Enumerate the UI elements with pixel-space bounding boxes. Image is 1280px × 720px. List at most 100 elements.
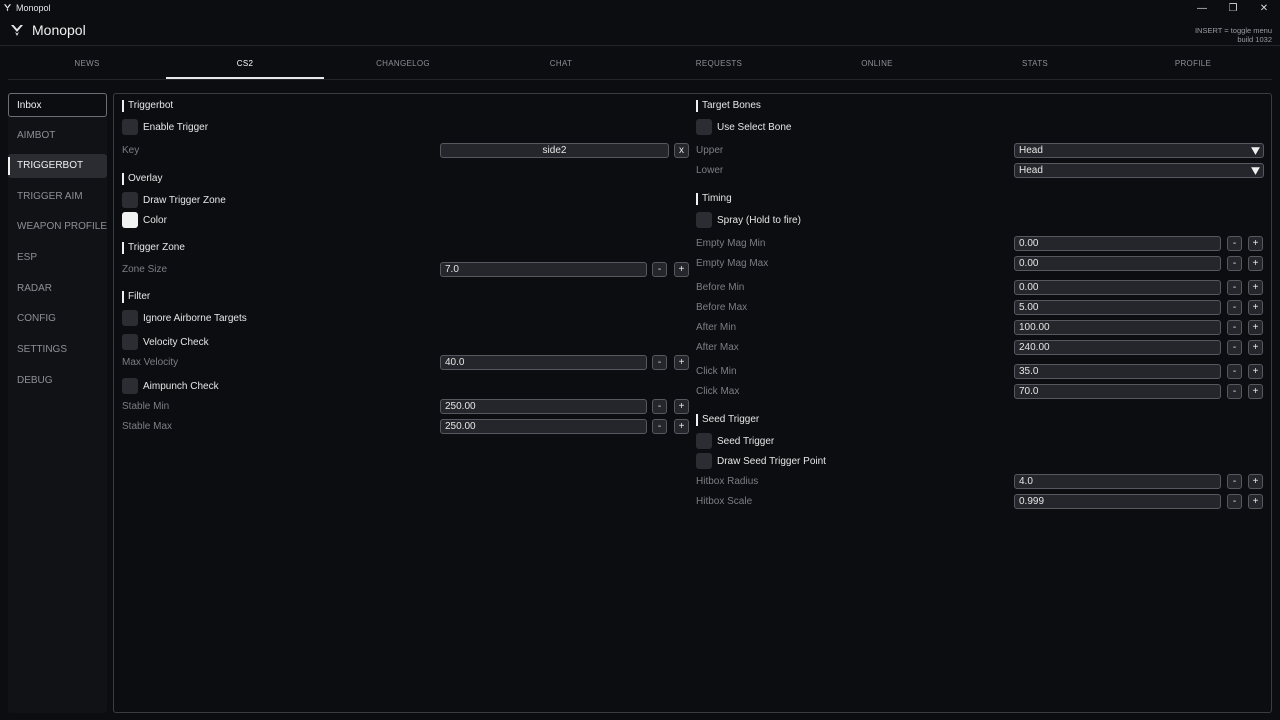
hitbox-scale-plus-button[interactable]: + bbox=[1248, 494, 1263, 509]
before-min-plus-button[interactable]: + bbox=[1248, 280, 1263, 295]
lower-bone-select[interactable]: Head bbox=[1014, 163, 1264, 178]
lower-bone-value: Head bbox=[1019, 165, 1043, 176]
hitbox-scale-input[interactable]: 0.999 bbox=[1014, 494, 1221, 509]
close-button[interactable]: ✕ bbox=[1249, 0, 1279, 16]
tab-chat[interactable]: CHAT bbox=[482, 47, 640, 79]
upper-bone-select[interactable]: Head bbox=[1014, 143, 1264, 158]
section-seed-trigger: Seed Trigger bbox=[696, 414, 759, 426]
use-select-bone-checkbox[interactable] bbox=[696, 119, 712, 135]
draw-trigger-zone-checkbox[interactable] bbox=[122, 192, 138, 208]
click-min-minus-button[interactable]: - bbox=[1227, 364, 1242, 379]
tab-changelog[interactable]: CHANGELOG bbox=[324, 47, 482, 79]
click-max-minus-button[interactable]: - bbox=[1227, 384, 1242, 399]
empty-mag-max-minus-button[interactable]: - bbox=[1227, 256, 1242, 271]
draw-trigger-zone-label: Draw Trigger Zone bbox=[143, 194, 226, 206]
spray-checkbox[interactable] bbox=[696, 212, 712, 228]
stable-min-plus-button[interactable]: + bbox=[674, 399, 689, 414]
empty-mag-min-minus-button[interactable]: - bbox=[1227, 236, 1242, 251]
seed-trigger-checkbox[interactable] bbox=[696, 433, 712, 449]
draw-seed-trigger-point-checkbox[interactable] bbox=[696, 453, 712, 469]
stable-min-minus-button[interactable]: - bbox=[652, 399, 667, 414]
hitbox-radius-plus-button[interactable]: + bbox=[1248, 474, 1263, 489]
settings-panel: Triggerbot Enable Trigger Key side2 x Ov… bbox=[113, 93, 1272, 713]
color-row[interactable]: Color bbox=[122, 212, 167, 228]
key-clear-button[interactable]: x bbox=[674, 143, 689, 158]
max-velocity-input[interactable]: 40.0 bbox=[440, 355, 647, 370]
before-max-minus-button[interactable]: - bbox=[1227, 300, 1242, 315]
zone-size-minus-button[interactable]: - bbox=[652, 262, 667, 277]
tab-requests[interactable]: REQUESTS bbox=[640, 47, 798, 79]
key-bind-button[interactable]: side2 bbox=[440, 143, 669, 158]
click-max-input[interactable]: 70.0 bbox=[1014, 384, 1221, 399]
maximize-icon: ❐ bbox=[1228, 2, 1238, 14]
after-max-minus-button[interactable]: - bbox=[1227, 340, 1242, 355]
sidebar-item-esp[interactable]: ESP bbox=[8, 246, 107, 270]
color-swatch[interactable] bbox=[122, 212, 138, 228]
before-min-input[interactable]: 0.00 bbox=[1014, 280, 1221, 295]
tab-news[interactable]: NEWS bbox=[8, 47, 166, 79]
sidebar-item-config[interactable]: CONFIG bbox=[8, 307, 107, 331]
enable-trigger-checkbox[interactable] bbox=[122, 119, 138, 135]
tab-online[interactable]: ONLINE bbox=[798, 47, 956, 79]
dropdown-arrow-icon bbox=[1251, 167, 1260, 175]
tab-cs2[interactable]: CS2 bbox=[166, 47, 324, 79]
use-select-bone-row[interactable]: Use Select Bone bbox=[696, 119, 792, 135]
max-velocity-minus-button[interactable]: - bbox=[652, 355, 667, 370]
after-min-input[interactable]: 100.00 bbox=[1014, 320, 1221, 335]
sidebar-item-radar[interactable]: RADAR bbox=[8, 277, 107, 301]
empty-mag-min-label: Empty Mag Min bbox=[696, 238, 766, 249]
spray-row[interactable]: Spray (Hold to fire) bbox=[696, 212, 801, 228]
aimpunch-check-checkbox[interactable] bbox=[122, 378, 138, 394]
section-triggerbot: Triggerbot bbox=[122, 100, 173, 112]
sidebar-item-settings[interactable]: SETTINGS bbox=[8, 338, 107, 362]
window-title: Monopol bbox=[16, 3, 51, 13]
lower-label: Lower bbox=[696, 165, 724, 176]
hitbox-scale-minus-button[interactable]: - bbox=[1227, 494, 1242, 509]
before-max-plus-button[interactable]: + bbox=[1248, 300, 1263, 315]
maximize-button[interactable]: ❐ bbox=[1218, 0, 1248, 16]
draw-trigger-zone-row[interactable]: Draw Trigger Zone bbox=[122, 192, 226, 208]
click-max-plus-button[interactable]: + bbox=[1248, 384, 1263, 399]
after-max-plus-button[interactable]: + bbox=[1248, 340, 1263, 355]
empty-mag-max-input[interactable]: 0.00 bbox=[1014, 256, 1221, 271]
upper-bone-value: Head bbox=[1019, 145, 1043, 156]
hitbox-radius-input[interactable]: 4.0 bbox=[1014, 474, 1221, 489]
after-min-plus-button[interactable]: + bbox=[1248, 320, 1263, 335]
stable-max-plus-button[interactable]: + bbox=[674, 419, 689, 434]
hitbox-radius-minus-button[interactable]: - bbox=[1227, 474, 1242, 489]
sidebar-item-inbox[interactable]: Inbox bbox=[8, 93, 107, 117]
sidebar-item-aimbot[interactable]: AIMBOT bbox=[8, 124, 107, 148]
sidebar-item-trigger-aim[interactable]: TRIGGER AIM bbox=[8, 185, 107, 209]
enable-trigger-row[interactable]: Enable Trigger bbox=[122, 119, 208, 135]
zone-size-plus-button[interactable]: + bbox=[674, 262, 689, 277]
aimpunch-check-row[interactable]: Aimpunch Check bbox=[122, 378, 219, 394]
sidebar-item-weapon-profiles[interactable]: WEAPON PROFILES bbox=[8, 215, 107, 239]
hitbox-radius-label: Hitbox Radius bbox=[696, 476, 759, 487]
sidebar-item-triggerbot[interactable]: TRIGGERBOT bbox=[8, 154, 107, 178]
stable-max-minus-button[interactable]: - bbox=[652, 419, 667, 434]
empty-mag-min-input[interactable]: 0.00 bbox=[1014, 236, 1221, 251]
stable-min-input[interactable]: 250.00 bbox=[440, 399, 647, 414]
seed-trigger-row[interactable]: Seed Trigger bbox=[696, 433, 774, 449]
ignore-airborne-checkbox[interactable] bbox=[122, 310, 138, 326]
tab-stats[interactable]: STATS bbox=[956, 47, 1114, 79]
sidebar-item-debug[interactable]: DEBUG bbox=[8, 369, 107, 393]
max-velocity-plus-button[interactable]: + bbox=[674, 355, 689, 370]
stable-max-input[interactable]: 250.00 bbox=[440, 419, 647, 434]
click-min-plus-button[interactable]: + bbox=[1248, 364, 1263, 379]
zone-size-input[interactable]: 7.0 bbox=[440, 262, 647, 277]
tab-profile[interactable]: PROFILE bbox=[1114, 47, 1272, 79]
empty-mag-max-plus-button[interactable]: + bbox=[1248, 256, 1263, 271]
click-min-input[interactable]: 35.0 bbox=[1014, 364, 1221, 379]
after-min-minus-button[interactable]: - bbox=[1227, 320, 1242, 335]
velocity-check-checkbox[interactable] bbox=[122, 334, 138, 350]
after-max-input[interactable]: 240.00 bbox=[1014, 340, 1221, 355]
after-min-label: After Min bbox=[696, 322, 737, 333]
ignore-airborne-row[interactable]: Ignore Airborne Targets bbox=[122, 310, 247, 326]
empty-mag-min-plus-button[interactable]: + bbox=[1248, 236, 1263, 251]
draw-seed-trigger-point-row[interactable]: Draw Seed Trigger Point bbox=[696, 453, 826, 469]
velocity-check-row[interactable]: Velocity Check bbox=[122, 334, 209, 350]
before-min-minus-button[interactable]: - bbox=[1227, 280, 1242, 295]
minimize-button[interactable]: — bbox=[1187, 0, 1217, 16]
before-max-input[interactable]: 5.00 bbox=[1014, 300, 1221, 315]
